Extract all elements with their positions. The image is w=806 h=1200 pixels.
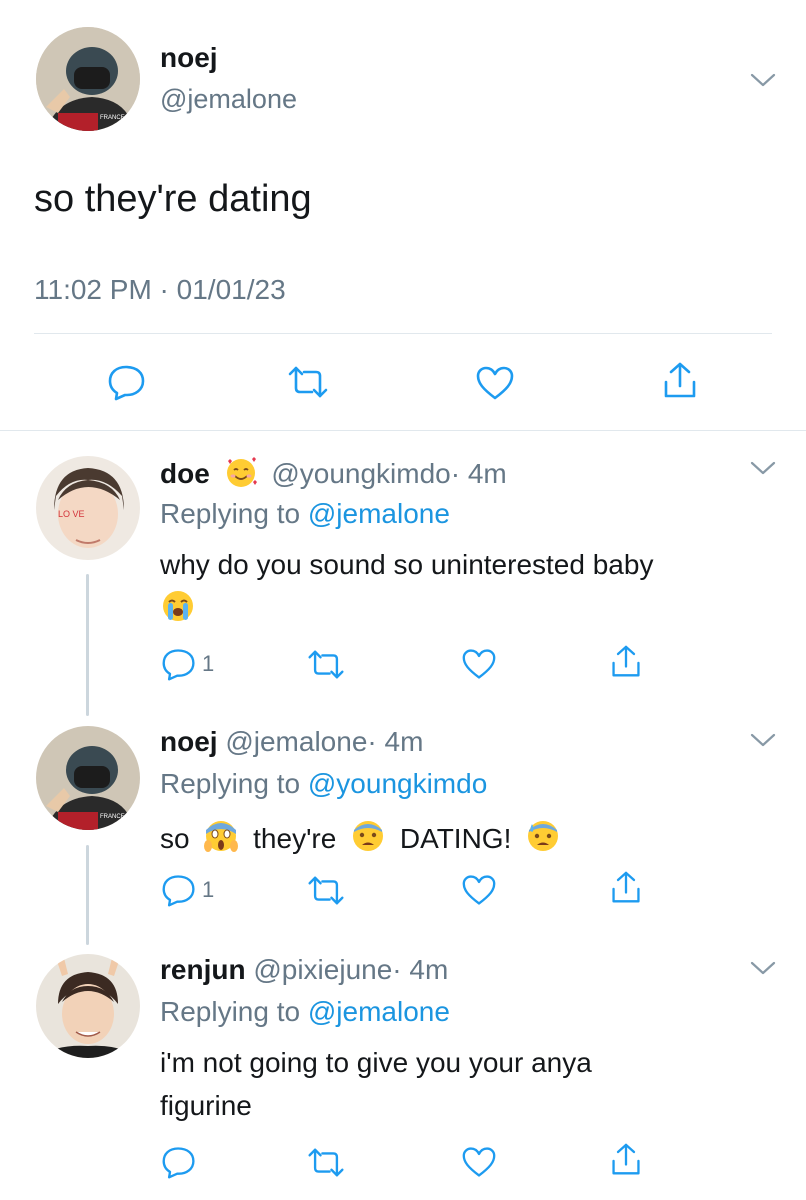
thread-line	[86, 845, 89, 945]
reply-time: · 4m	[367, 726, 424, 757]
thread-line	[86, 574, 89, 716]
avatar[interactable]: FRANCE	[36, 27, 140, 131]
anxious-face-with-sweat-icon	[525, 818, 561, 861]
reply-count: 1	[202, 877, 215, 902]
display-name[interactable]: renjun	[160, 954, 246, 985]
chevron-down-icon[interactable]	[748, 730, 778, 755]
replying-to: Replying to @jemalone	[160, 498, 450, 530]
tweet-text: so they're dating	[34, 178, 312, 220]
reply-text: so they're DATING!	[160, 818, 567, 861]
reply-text-line: i'm not going to give you your anya	[160, 1047, 592, 1078]
handle[interactable]: @pixiejune	[253, 954, 392, 985]
reply-text-line: figurine	[160, 1090, 252, 1121]
mention-link[interactable]: @jemalone	[308, 498, 450, 529]
display-name[interactable]: doe	[160, 458, 210, 489]
share-icon[interactable]	[662, 360, 698, 402]
avatar[interactable]	[36, 954, 140, 1058]
fearful-face-icon	[350, 818, 386, 861]
reply-time: · 4m	[450, 458, 507, 489]
avatar[interactable]: LO VE	[36, 456, 140, 560]
replying-to-label: Replying to	[160, 498, 308, 529]
like-icon[interactable]	[474, 364, 516, 402]
reply-icon[interactable]	[106, 362, 148, 402]
like-icon[interactable]	[460, 1145, 498, 1179]
like-icon[interactable]	[460, 647, 498, 681]
reply-header: renjun @pixiejune· 4m	[160, 954, 448, 986]
retweet-icon[interactable]	[306, 648, 346, 681]
chevron-down-icon[interactable]	[748, 958, 778, 983]
handle[interactable]: @youngkimdo	[271, 458, 450, 489]
divider	[34, 333, 772, 334]
divider	[0, 430, 806, 431]
display-name[interactable]: noej	[160, 726, 218, 757]
reply-time: · 4m	[392, 954, 449, 985]
share-icon[interactable]	[610, 1141, 642, 1179]
avatar[interactable]: FRANCE	[36, 726, 140, 830]
handle[interactable]: @jemalone	[160, 84, 297, 115]
reply-text: why do you sound so uninterested baby	[160, 549, 654, 580]
replying-to: Replying to @youngkimdo	[160, 768, 487, 800]
reply-text-part: DATING!	[399, 823, 512, 854]
reply-text-part: they're	[253, 823, 337, 854]
timestamp[interactable]: 11:02 PM · 01/01/23	[34, 274, 286, 306]
chevron-down-icon[interactable]	[748, 458, 778, 483]
display-name[interactable]: noej	[160, 42, 218, 74]
reply-count: 1	[202, 651, 215, 676]
smiling-face-with-hearts-icon	[224, 455, 258, 496]
face-screaming-in-fear-icon	[203, 818, 239, 861]
retweet-icon[interactable]	[286, 364, 330, 400]
replying-to: Replying to @jemalone	[160, 996, 450, 1028]
reply-icon[interactable]	[160, 1144, 198, 1180]
mention-link[interactable]: @jemalone	[308, 996, 450, 1027]
reply-header: noej @jemalone· 4m	[160, 726, 423, 758]
like-icon[interactable]	[460, 873, 498, 907]
mention-link[interactable]: @youngkimdo	[308, 768, 487, 799]
replying-to-label: Replying to	[160, 768, 308, 799]
avatar-shirt-text: FRANCE	[100, 814, 125, 820]
avatar-cheek-text: LO VE	[58, 509, 85, 519]
share-icon[interactable]	[610, 869, 642, 907]
replying-to-label: Replying to	[160, 996, 308, 1027]
reply-header: doe @youngkimdo· 4m	[160, 455, 507, 496]
retweet-icon[interactable]	[306, 874, 346, 907]
reply-text-part: so	[160, 823, 190, 854]
loudly-crying-face-icon	[160, 588, 196, 629]
share-icon[interactable]	[610, 643, 642, 681]
handle[interactable]: @jemalone	[225, 726, 367, 757]
reply-icon[interactable]	[160, 646, 198, 682]
retweet-icon[interactable]	[306, 1146, 346, 1179]
chevron-down-icon[interactable]	[748, 70, 778, 95]
reply-icon[interactable]	[160, 872, 198, 908]
avatar-shirt-text: FRANCE	[100, 115, 125, 121]
